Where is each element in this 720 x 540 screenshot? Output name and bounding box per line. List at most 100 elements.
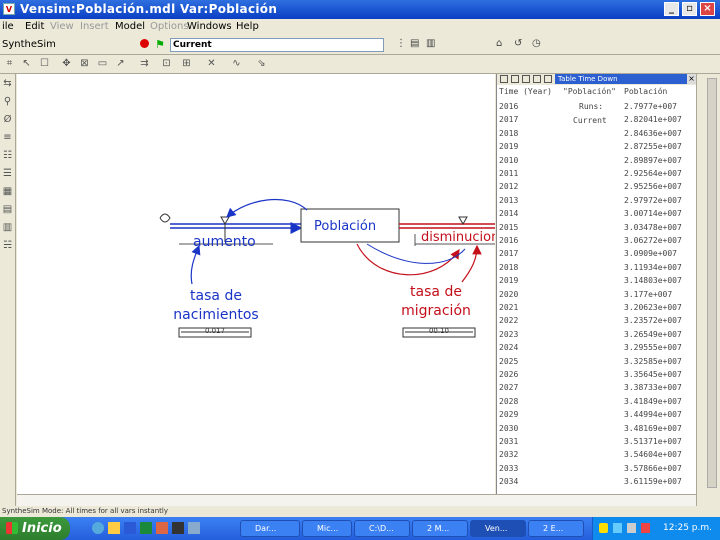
level-icon[interactable]: ▭ [96,58,109,70]
network-icon[interactable] [613,523,622,533]
shadow-icon[interactable]: ⊡ [160,58,173,70]
table-row-time: 2021 [499,303,519,312]
table-row-value: 2.84636e+007 [624,128,682,138]
table-row-value: 3.61159e+007 [624,477,682,487]
arrow-icon[interactable]: ↗ [114,58,127,70]
table-close-icon[interactable] [500,75,508,83]
security-shield-icon[interactable] [599,523,608,533]
table-row-time: 2024 [499,343,519,353]
scroll-thumb[interactable] [707,78,717,488]
table-title-close-icon[interactable]: × [687,74,696,84]
task-item-1[interactable]: Dar... [240,520,300,537]
task-item-4[interactable]: 2 M... [412,520,468,537]
reset-icon[interactable]: ↺ [514,38,522,49]
table-print-icon[interactable] [522,75,530,83]
menu-file[interactable]: ile [2,21,14,32]
table-row-time: 2019 [499,142,519,152]
menu-edit[interactable]: Edit [25,21,44,32]
document-icon[interactable]: ≡ [1,132,14,144]
quicklaunch-desktop-icon[interactable] [188,522,200,534]
run-icon[interactable]: ⚑ [155,38,165,51]
strip-graph-icon[interactable]: ☰ [1,168,14,180]
table-row-time: 2017 [499,249,519,259]
maximize-button[interactable]: ▫ [682,2,697,16]
equations-icon[interactable]: ∿ [230,58,243,70]
lock-icon[interactable]: ⌗ [3,58,16,70]
table-row-value: 3.38733e+007 [624,383,682,393]
volume-icon[interactable] [627,523,636,533]
menu-model[interactable]: Model [115,21,145,32]
table-icon[interactable]: ▦ [1,186,14,198]
table-copy-icon[interactable] [511,75,519,83]
inflow-valve[interactable] [220,216,230,226]
loops-icon[interactable]: Ø [1,114,14,126]
analysis-toolbar: ⇆ ⚲ Ø ≡ ☷ ☰ ▦ ▤ ▥ ☵ [0,74,16,506]
table-row-value: 2.97972e+007 [624,195,682,205]
runs-compare-icon[interactable]: ▥ [1,222,14,234]
menu-options[interactable]: Options [150,21,189,32]
migration-label-line2[interactable]: migración [389,303,483,319]
table-row-time: 2020 [499,289,519,299]
migration-label-line1[interactable]: tasa de [394,284,478,300]
sort-icon[interactable]: ⋮ [396,38,406,49]
menu-windows[interactable]: Windows [187,21,232,32]
input-output-icon[interactable]: ⊞ [180,58,193,70]
quicklaunch-media-icon[interactable] [172,522,184,534]
uses-tree-icon[interactable]: ⚲ [1,96,14,108]
horizontal-scrollbar[interactable] [17,494,696,506]
antivirus-icon[interactable] [641,523,650,533]
menu-help[interactable]: Help [236,21,259,32]
quicklaunch-excel-icon[interactable] [140,522,152,534]
table-row-time: 2018 [499,262,519,272]
move-icon[interactable]: ✥ [60,58,73,70]
table-lock-icon[interactable] [544,75,552,83]
folder-icon[interactable]: ▤ [410,38,419,49]
stop-icon[interactable] [140,39,149,48]
clock[interactable]: 12:25 p.m. [663,523,712,533]
table-row-value: 3.03478e+007 [624,222,682,232]
task-item-2[interactable]: Mic... [302,520,352,537]
outflow-label[interactable]: disminucion [421,230,495,245]
table-row-time: 2011 [499,169,519,178]
start-button[interactable]: Inicio [0,517,70,540]
graph-icon[interactable]: ☷ [1,150,14,162]
table-save-icon[interactable] [533,75,541,83]
close-button[interactable]: × [700,2,715,16]
task-item-6[interactable]: 2 E... [528,520,584,537]
stock-label[interactable]: Población [314,219,376,234]
home-icon[interactable]: ⌂ [496,38,502,49]
title-bar: V Vensim:Población.mdl Var:Población _ ▫… [0,0,720,19]
table-row-time: 2015 [499,222,519,232]
task-item-3[interactable]: C:\D... [354,520,410,537]
outflow-valve[interactable] [458,216,468,226]
quicklaunch-outlook-icon[interactable] [108,522,120,534]
sketch-canvas[interactable]: Población aumento disminucion tasa de na… [17,74,495,494]
table-row-value: 3.41849e+007 [624,396,682,406]
reference-icon[interactable]: ⇘ [255,58,268,70]
clock-icon[interactable]: ◷ [532,38,541,49]
right-scrollbar[interactable] [696,74,720,506]
inflow-label[interactable]: aumento [193,234,256,250]
pointer-icon[interactable]: ↖ [20,58,33,70]
birth-rate-label-line1[interactable]: tasa de [179,288,253,304]
app-icon: V [3,3,15,15]
menu-insert[interactable]: Insert [80,21,109,32]
table-time-down-icon[interactable]: ▤ [1,204,14,216]
stats-icon[interactable]: ☵ [1,240,14,252]
rate-icon[interactable]: ⇉ [138,58,151,70]
chart-icon[interactable]: ▥ [426,38,435,49]
menu-view[interactable]: View [50,21,74,32]
task-item-5[interactable]: Ven... [470,520,526,537]
link-stock-to-aumento [226,198,308,218]
delete-icon[interactable]: ✕ [205,58,218,70]
hand-icon[interactable]: ☐ [38,58,51,70]
birth-rate-label-line2[interactable]: nacimientos [159,307,273,323]
quicklaunch-ie-icon[interactable] [92,522,104,534]
quicklaunch-powerpoint-icon[interactable] [156,522,168,534]
minimize-button[interactable]: _ [664,2,679,16]
quicklaunch-word-icon[interactable] [124,522,136,534]
table-row-value: 3.57866e+007 [624,463,682,473]
variable-icon[interactable]: ⊠ [78,58,91,70]
causes-tree-icon[interactable]: ⇆ [1,78,14,90]
dataset-input[interactable] [170,38,384,52]
